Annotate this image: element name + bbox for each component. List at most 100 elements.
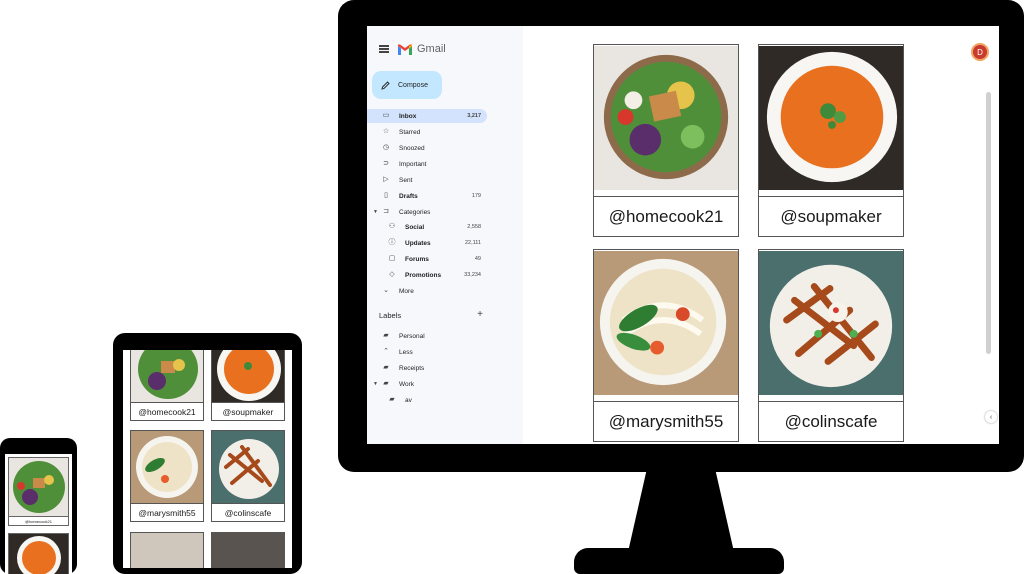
noodle-soup-photo: [131, 431, 203, 503]
post-tile-partial[interactable]: [130, 532, 204, 568]
post-tile-marysmith55[interactable]: @marysmith55: [593, 249, 739, 442]
label-name: av: [405, 396, 412, 404]
post-tile-homecook21[interactable]: @homecook21: [8, 457, 69, 526]
post-tile-soupmaker[interactable]: @soupmaker: [211, 350, 285, 421]
nav-label: Promotions: [405, 271, 442, 279]
labels-heading: Labels +: [379, 309, 483, 320]
nav-item-more[interactable]: ⌄ More: [367, 284, 487, 298]
post-handle[interactable]: @homecook21: [594, 196, 738, 236]
nav-item-sent[interactable]: ▷ Sent: [367, 173, 487, 187]
salad-bowl-photo: [131, 350, 203, 402]
post-tile-colinscafe[interactable]: @colinscafe: [758, 249, 904, 442]
compose-button[interactable]: Compose: [372, 71, 442, 99]
post-handle[interactable]: @colinscafe: [212, 503, 284, 521]
nav-label: Forums: [405, 255, 429, 263]
responsive-devices-mockup: Gmail Compose ▭ Inbox 3,217 ☆ Starred ◷ …: [0, 0, 1024, 574]
noodle-soup-photo: [594, 251, 738, 395]
draft-icon: ▯: [384, 192, 388, 199]
nav-item-social[interactable]: ⚇ Social 2,558: [367, 220, 487, 234]
post-handle[interactable]: @soupmaker: [212, 402, 284, 420]
nav-item-inbox[interactable]: ▭ Inbox 3,217: [367, 109, 487, 123]
tag-icon: ◇: [389, 271, 395, 278]
gmail-logo-icon[interactable]: [398, 44, 412, 55]
caret-down-icon[interactable]: ▼: [373, 381, 378, 387]
pencil-icon: [381, 80, 390, 90]
phone-device: @homecook21: [0, 438, 77, 574]
nav-item-updates[interactable]: ⓘ Updates 22,111: [367, 236, 487, 250]
hamburger-menu-icon[interactable]: [379, 45, 389, 53]
post-tile-homecook21[interactable]: @homecook21: [593, 44, 739, 237]
label-item-receipts[interactable]: ▰ Receipts: [367, 361, 487, 375]
post-handle[interactable]: @colinscafe: [759, 401, 903, 441]
nav-label: Inbox: [399, 112, 417, 120]
label-tag-icon: ▰: [383, 364, 389, 371]
post-tile-colinscafe[interactable]: @colinscafe: [211, 430, 285, 522]
gmail-header: Gmail: [379, 43, 446, 55]
compose-label: Compose: [398, 81, 428, 89]
label-item-work[interactable]: ▼ ▰ Work: [367, 377, 487, 391]
nav-count: 3,217: [467, 113, 481, 119]
gmail-sidebar: Gmail Compose ▭ Inbox 3,217 ☆ Starred ◷ …: [367, 26, 523, 444]
monitor-stand-neck: [628, 468, 734, 552]
gmail-app-name: Gmail: [417, 43, 446, 55]
vertical-scrollbar[interactable]: [986, 92, 991, 354]
salad-bowl-photo: [594, 46, 738, 190]
post-tile-partial[interactable]: [211, 532, 285, 568]
nav-count: 49: [474, 256, 481, 262]
nav-label: Starred: [399, 128, 421, 136]
label-item-personal[interactable]: ▰ Personal: [367, 329, 487, 343]
label-name: Receipts: [399, 364, 425, 372]
post-handle[interactable]: @marysmith55: [131, 503, 203, 521]
tomato-soup-photo: [759, 46, 903, 190]
caret-down-icon[interactable]: ▼: [373, 209, 378, 215]
post-tile-soupmaker[interactable]: [8, 533, 69, 574]
nav-item-important[interactable]: ⊃ Important: [367, 157, 487, 171]
sweet-potato-fries-photo: [212, 431, 284, 503]
post-handle[interactable]: @homecook21: [9, 516, 68, 525]
post-handle[interactable]: @homecook21: [131, 402, 203, 420]
chevron-down-icon: ⌄: [383, 287, 389, 294]
nav-item-starred[interactable]: ☆ Starred: [367, 125, 487, 139]
monitor-stand-base: [574, 548, 784, 574]
phone-screen: @homecook21: [5, 454, 72, 574]
people-icon: ⚇: [388, 223, 396, 230]
chevron-left-icon[interactable]: ‹: [985, 411, 997, 423]
post-tile-homecook21[interactable]: @homecook21: [130, 350, 204, 421]
nav-count: 22,111: [464, 240, 481, 246]
desktop-screen: Gmail Compose ▭ Inbox 3,217 ☆ Starred ◷ …: [367, 26, 999, 444]
nav-label: Drafts: [399, 192, 418, 200]
salad-bowl-photo: [9, 458, 68, 516]
nav-item-snoozed[interactable]: ◷ Snoozed: [367, 141, 487, 155]
nav-label: Sent: [399, 176, 413, 184]
nav-count: 179: [471, 193, 481, 199]
important-icon: ⊃: [383, 160, 389, 167]
post-tile-marysmith55[interactable]: @marysmith55: [130, 430, 204, 522]
sweet-potato-fries-photo: [759, 251, 903, 395]
label-item-av[interactable]: ▰ av: [367, 393, 487, 407]
labels-title: Labels: [379, 311, 402, 320]
nav-item-drafts[interactable]: ▯ Drafts 179: [367, 189, 487, 203]
label-name: Personal: [399, 332, 425, 340]
tablet-device: @homecook21 @soupmaker @marysmith55 @col…: [113, 333, 302, 574]
nav-label: Social: [405, 223, 425, 231]
post-handle[interactable]: @marysmith55: [594, 401, 738, 441]
post-handle[interactable]: @soupmaker: [759, 196, 903, 236]
post-tile-soupmaker[interactable]: @soupmaker: [758, 44, 904, 237]
nav-item-categories[interactable]: ▼ ⊐ Categories: [367, 205, 487, 219]
info-icon: ⓘ: [388, 239, 396, 246]
nav-count: 33,234: [464, 272, 481, 278]
account-avatar[interactable]: D: [971, 43, 989, 61]
forum-icon: ▢: [388, 255, 396, 262]
nav-count: 2,558: [467, 224, 481, 230]
desktop-monitor: Gmail Compose ▭ Inbox 3,217 ☆ Starred ◷ …: [338, 0, 1024, 472]
nav-item-promotions[interactable]: ◇ Promotions 33,234: [367, 268, 487, 282]
nav-label: Snoozed: [399, 144, 425, 152]
chevron-up-icon: ⌃: [383, 348, 389, 355]
clock-icon: ◷: [382, 144, 390, 151]
label-item-less[interactable]: ⌃ Less: [367, 345, 487, 359]
nav-item-forums[interactable]: ▢ Forums 49: [367, 252, 487, 266]
label-name: Work: [399, 380, 415, 388]
add-label-icon[interactable]: +: [477, 309, 483, 320]
label-name: Less: [399, 348, 413, 356]
send-icon: ▷: [383, 176, 389, 183]
